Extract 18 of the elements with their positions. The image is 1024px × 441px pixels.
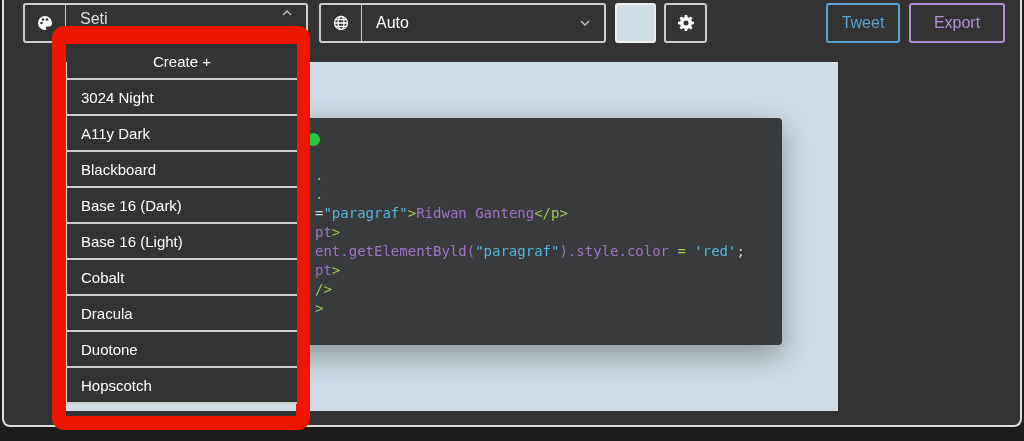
settings-button[interactable] <box>664 3 707 43</box>
palette-icon <box>37 15 53 31</box>
code-line: > <box>315 299 324 318</box>
code-line: pt> <box>315 223 341 242</box>
globe-icon <box>333 15 349 31</box>
code-line: . <box>315 166 324 185</box>
tweet-button[interactable]: Tweet <box>826 3 900 43</box>
export-button[interactable]: Export <box>909 3 1005 43</box>
theme-value: Seti <box>80 10 108 28</box>
language-value: Auto <box>376 14 409 32</box>
settings-icon <box>677 15 694 31</box>
code-line: . <box>315 185 324 204</box>
code-line: /> <box>315 280 332 299</box>
code-line: pt> <box>315 261 341 280</box>
language-select[interactable]: Auto <box>319 3 606 43</box>
code-line: ="paragraf">Ridwan Ganteng</p> <box>315 204 568 223</box>
code-line: ent.getElementByld("paragraf").style.color = 'red'; <box>315 242 745 261</box>
background-color-swatch[interactable] <box>615 3 656 43</box>
